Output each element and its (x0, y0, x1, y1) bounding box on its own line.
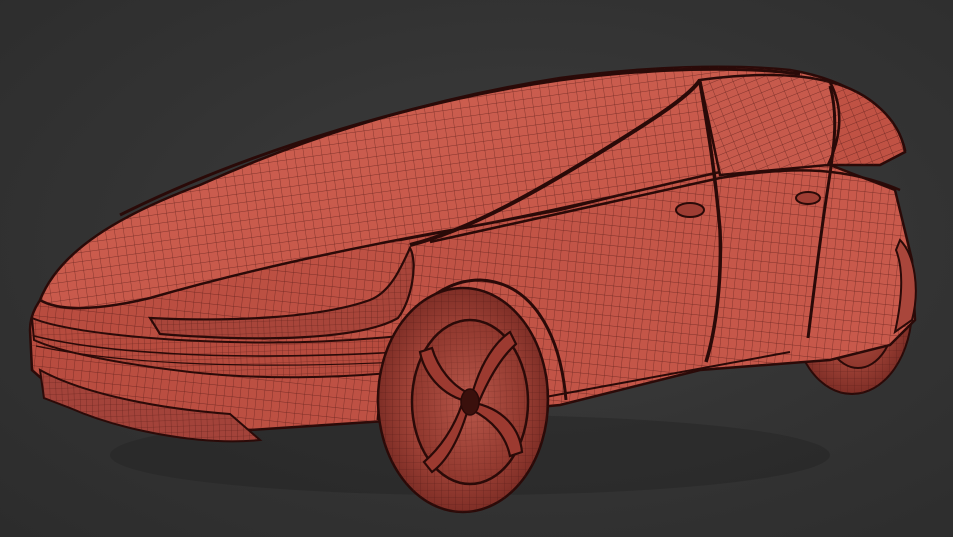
viewport[interactable] (0, 0, 953, 537)
door-handle-rear (795, 191, 821, 205)
front-wheel (376, 286, 550, 514)
door-handle-front (675, 202, 705, 218)
car-render (28, 65, 917, 514)
